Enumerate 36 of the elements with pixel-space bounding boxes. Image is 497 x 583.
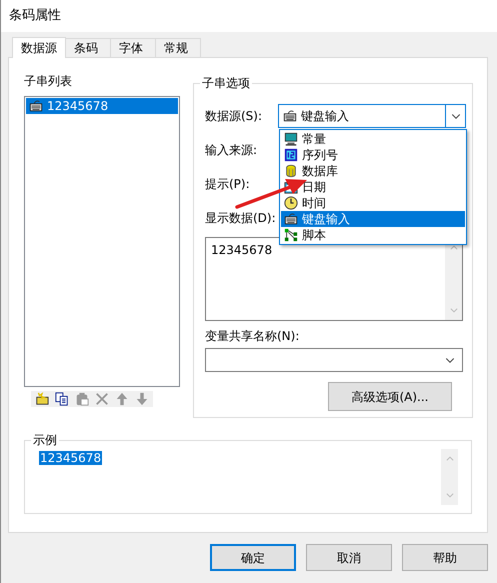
keyboard-icon bbox=[282, 109, 298, 123]
dialog-button[interactable]: 确定 bbox=[210, 544, 296, 571]
dialog-button[interactable]: 取消 bbox=[306, 544, 392, 571]
dropdown-option[interactable]: 时间 bbox=[281, 195, 465, 211]
clock-icon bbox=[283, 196, 299, 210]
database-icon bbox=[283, 164, 299, 178]
field-label: 变量共享名称(N): bbox=[205, 328, 300, 344]
field-label: 提示(P): bbox=[205, 176, 251, 193]
scrollbar[interactable] bbox=[441, 449, 458, 505]
dropdown-option[interactable]: 序列号 bbox=[281, 147, 465, 163]
field-label: 数据源(S): bbox=[205, 108, 264, 125]
advanced-options-button[interactable]: 高级选项(A)... bbox=[328, 382, 452, 411]
tab[interactable]: 字体 bbox=[110, 38, 156, 57]
keyboard-icon bbox=[28, 99, 44, 113]
node-tree-icon bbox=[283, 228, 299, 242]
tab[interactable]: 常规 bbox=[155, 38, 201, 57]
field-label: 显示数据(D): bbox=[205, 210, 276, 227]
dropdown-field[interactable]: 键盘输入 bbox=[278, 104, 466, 128]
list-item[interactable]: 12345678 bbox=[26, 98, 178, 114]
group-label: 示例 bbox=[31, 432, 59, 448]
monitor-icon bbox=[283, 132, 299, 146]
tab[interactable]: 数据源 bbox=[12, 37, 66, 58]
field-label: 输入来源: bbox=[205, 142, 258, 159]
dropdown-option[interactable]: 数据库 bbox=[281, 163, 465, 179]
keyboard-icon bbox=[283, 212, 299, 226]
window-title: 条码属性 bbox=[9, 7, 61, 26]
example-text: 12345678 bbox=[39, 451, 102, 465]
copy-icon[interactable] bbox=[54, 392, 70, 406]
group-label: 子串列表 bbox=[24, 72, 73, 89]
group-label: 子串选项 bbox=[200, 75, 252, 91]
dialog-button[interactable]: 帮助 bbox=[402, 544, 488, 571]
dropdown-option[interactable]: 键盘输入 bbox=[281, 211, 465, 227]
numbered-square-icon bbox=[283, 148, 299, 162]
dropdown-option[interactable]: 常量 bbox=[281, 131, 465, 147]
dropdown-field[interactable] bbox=[205, 348, 463, 372]
new-item-icon[interactable] bbox=[34, 392, 50, 406]
